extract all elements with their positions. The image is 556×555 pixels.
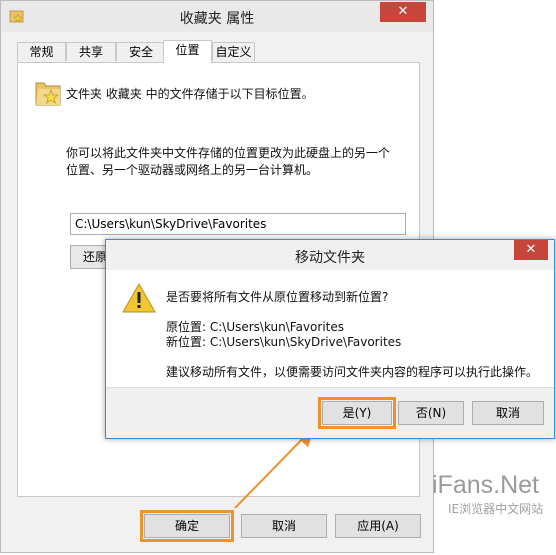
watermark-subtitle: IE浏览器中文网站 [448, 502, 544, 516]
tab-location[interactable]: 位置 [163, 40, 212, 63]
dialog-question: 是否要将所有文件从原位置移动到新位置? [166, 290, 389, 304]
dialog-advice: 建议移动所有文件，以便需要访问文件夹内容的程序可以执行此操作。 [166, 365, 539, 379]
yes-button-highlight [318, 397, 396, 429]
dialog-cancel-button[interactable]: 取消 [472, 401, 544, 425]
dialog-footer: 是(Y) 否(N) 取消 [106, 387, 554, 438]
new-location: 新位置: C:\Users\kun\SkyDrive\Favorites [166, 335, 402, 349]
dialog-title: 移动文件夹 [295, 250, 365, 266]
move-folder-dialog: 移动文件夹 ✕ 是否要将所有文件从原位置移动到新位置? 原位置: C:\User… [105, 239, 555, 439]
warning-icon [122, 283, 156, 313]
close-icon[interactable]: ✕ [514, 240, 548, 260]
no-button[interactable]: 否(N) [398, 401, 464, 425]
watermark-brand: iFans.Net [432, 471, 539, 499]
dialog-titlebar: 移动文件夹 ✕ [106, 240, 554, 270]
